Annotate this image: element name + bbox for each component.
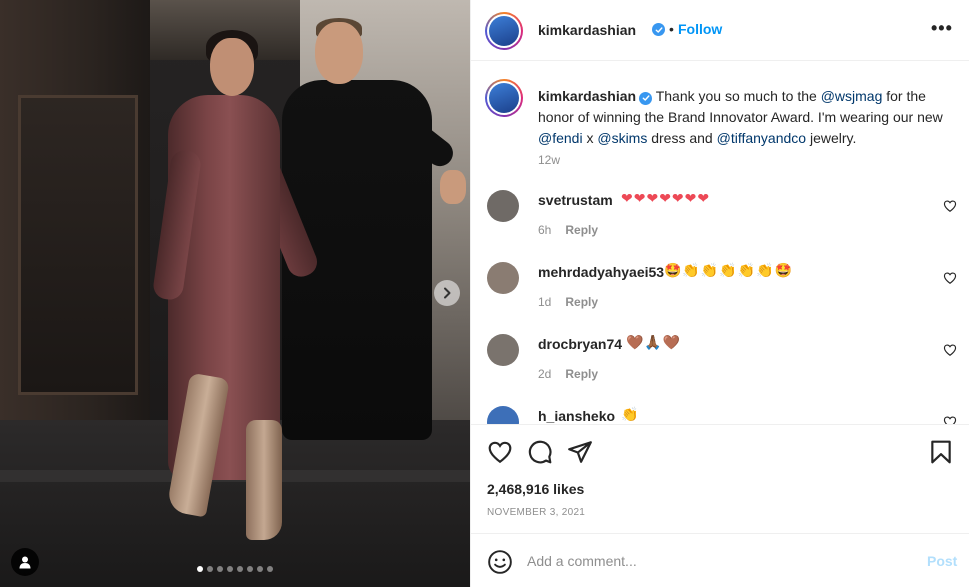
comment-time: 6h <box>538 223 552 237</box>
reply-button[interactable]: Reply <box>565 295 598 309</box>
avatar-ring-gap <box>487 81 521 115</box>
author-username[interactable]: kimkardashian <box>538 22 636 38</box>
caption-text: Thank you so much to the <box>655 88 821 104</box>
share-paper-plane-icon[interactable] <box>567 439 593 465</box>
comment-item: h_iansheko 👏 <box>471 406 969 424</box>
post-comment-button[interactable]: Post <box>927 553 957 569</box>
comment-time: 2d <box>538 367 552 381</box>
commenter-avatar[interactable] <box>487 262 519 294</box>
comment-item: mehrdadyahyaei53 🤩👏👏👏👏👏🤩 1d Reply <box>471 262 969 334</box>
commenter-avatar[interactable] <box>487 334 519 366</box>
image-woman-boot-right <box>246 420 282 540</box>
mention-link[interactable]: @skims <box>597 130 647 146</box>
carousel-dot <box>267 566 273 572</box>
like-comment-heart-icon[interactable] <box>943 199 957 213</box>
post-caption: kimkardashian Thank you so much to the @… <box>538 86 958 149</box>
post-dialog: kimkardashian • Follow ••• kimkardashian… <box>0 0 969 587</box>
like-comment-heart-icon[interactable] <box>943 271 957 285</box>
caption-text: jewelry. <box>806 130 857 146</box>
carousel-dot <box>217 566 223 572</box>
carousel-dot <box>257 566 263 572</box>
tagged-users-button[interactable] <box>11 548 39 576</box>
caption-timestamp: 12w <box>538 153 561 167</box>
comments-list[interactable]: kimkardashian Thank you so much to the @… <box>471 62 969 424</box>
post-image[interactable] <box>0 0 470 587</box>
image-woman-head <box>210 38 254 96</box>
save-bookmark-icon[interactable] <box>928 439 954 465</box>
user-icon <box>19 556 31 569</box>
post-header: kimkardashian • Follow ••• <box>471 0 969 61</box>
verified-badge-icon <box>652 23 665 36</box>
post-side-panel: kimkardashian • Follow ••• kimkardashian… <box>470 0 969 587</box>
avatar-image <box>489 83 519 113</box>
like-comment-heart-icon[interactable] <box>943 415 957 424</box>
comment-item: drocbryan74 🤎🙏🏾🤎 2d Reply <box>471 334 969 406</box>
avatar-image <box>489 16 519 46</box>
commenter-avatar[interactable] <box>487 406 519 424</box>
caption-username[interactable]: kimkardashian <box>538 88 636 104</box>
header-separator: • <box>669 21 674 37</box>
author-avatar[interactable] <box>485 12 523 50</box>
likes-count[interactable]: 2,468,916 likes <box>487 481 584 497</box>
mention-link[interactable]: @fendi <box>538 130 583 146</box>
caption-text: dress and <box>647 130 717 146</box>
comment-text: 🤩👏👏👏👏👏🤩 <box>664 262 794 278</box>
commenter-username[interactable]: svetrustam <box>538 192 613 208</box>
comment-text: ❤❤❤❤❤❤❤ <box>621 190 711 206</box>
mention-link[interactable]: @tiffanyandco <box>717 130 806 146</box>
commenter-username[interactable]: h_iansheko <box>538 408 615 424</box>
post-actions-bar <box>471 424 969 477</box>
chevron-right-icon <box>444 287 451 299</box>
image-man-head <box>315 22 363 84</box>
like-comment-heart-icon[interactable] <box>943 343 957 357</box>
image-man-hand <box>440 170 466 204</box>
comment-text: 🤎🙏🏾🤎 <box>626 334 682 350</box>
post-date: NOVEMBER 3, 2021 <box>487 507 586 518</box>
comment-bubble-icon[interactable] <box>527 439 553 465</box>
carousel-dot <box>227 566 233 572</box>
carousel-indicator <box>197 566 273 572</box>
emoji-smiley-icon[interactable] <box>487 549 513 575</box>
comment-item: svetrustam ❤❤❤❤❤❤❤ 6h Reply <box>471 190 969 262</box>
carousel-dot <box>237 566 243 572</box>
commenter-username[interactable]: mehrdadyahyaei53 <box>538 264 664 280</box>
avatar-ring-gap <box>487 14 521 48</box>
carousel-dot <box>247 566 253 572</box>
comment-meta: 6h Reply <box>538 223 598 237</box>
more-options-button[interactable]: ••• <box>931 18 953 39</box>
commenter-avatar[interactable] <box>487 190 519 222</box>
caption-text: x <box>582 130 598 146</box>
image-door <box>18 95 138 395</box>
reply-button[interactable]: Reply <box>565 367 598 381</box>
carousel-dot <box>197 566 203 572</box>
verified-badge-icon <box>639 91 653 105</box>
comment-meta: 2d Reply <box>538 367 598 381</box>
reply-button[interactable]: Reply <box>565 223 598 237</box>
like-heart-icon[interactable] <box>487 439 513 465</box>
comment-input[interactable] <box>527 546 907 576</box>
follow-button[interactable]: Follow <box>678 21 722 37</box>
comment-text: 👏 <box>621 406 640 422</box>
commenter-username[interactable]: drocbryan74 <box>538 336 622 352</box>
next-slide-button[interactable] <box>434 280 460 306</box>
comment-meta: 1d Reply <box>538 295 598 309</box>
caption-author-avatar[interactable] <box>485 79 523 117</box>
add-comment-bar: Post <box>471 533 969 587</box>
comment-time: 1d <box>538 295 552 309</box>
carousel-dot <box>207 566 213 572</box>
mention-link[interactable]: @wsjmag <box>821 88 883 104</box>
